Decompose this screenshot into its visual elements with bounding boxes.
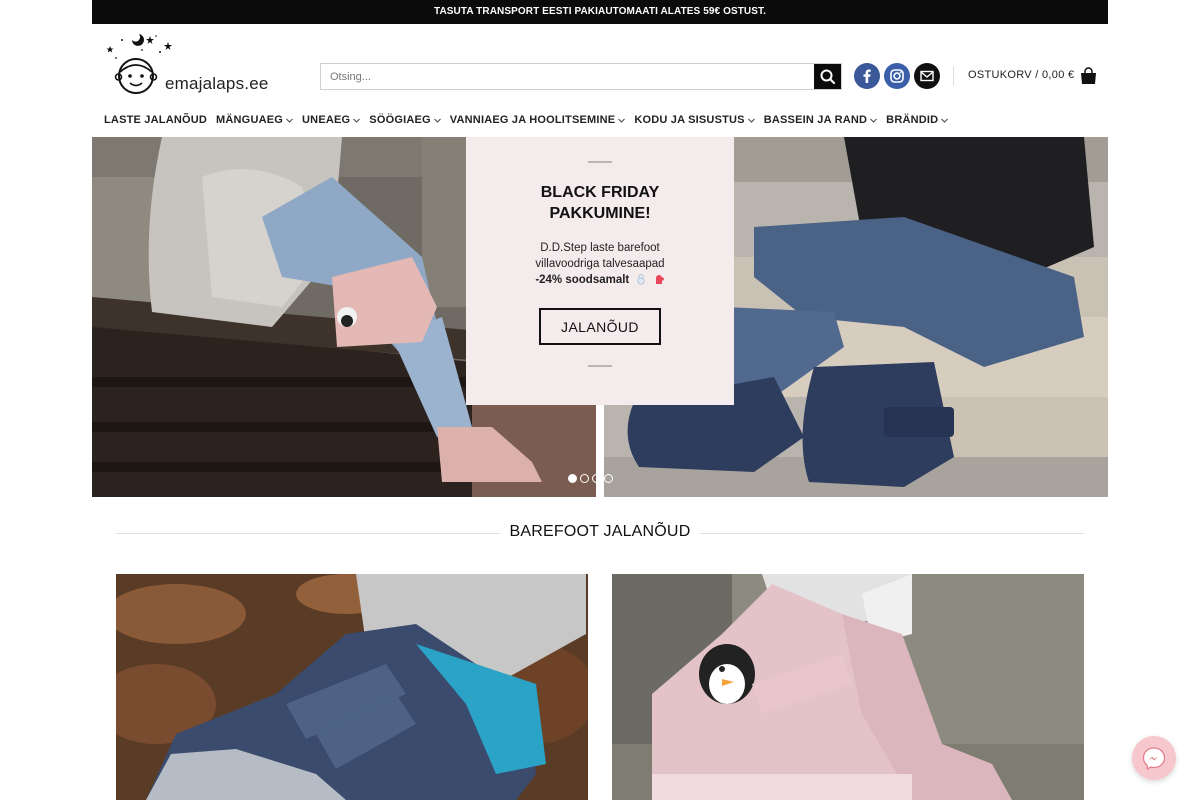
product-photo-navy-boot [116, 574, 588, 800]
nav-item-label: VANNIAEG JA HOOLITSEMINE [449, 114, 616, 126]
slider-dots [568, 474, 616, 483]
category-card-navy-boots[interactable] [116, 574, 588, 800]
mitten-emoji-icon [655, 275, 664, 284]
hero-cta-button[interactable]: JALANÕUD [539, 308, 661, 345]
search-form [320, 63, 842, 90]
shopping-bag-icon[interactable] [1080, 67, 1097, 85]
messenger-chat-button[interactable] [1132, 736, 1176, 780]
search-input[interactable] [321, 64, 815, 89]
nav-item-label: KODU JA SISUSTUS [634, 114, 745, 126]
site-header: emajalaps.ee Otsing... OSTUKORV / 0,00 € [92, 24, 1108, 104]
nav-item-label: MÄNGUAEG [216, 114, 284, 126]
shipping-announcement-bar: TASUTA TRANSPORT EESTI PAKIAUTOMAATI ALA… [92, 0, 1108, 24]
nav-item-label: BASSEIN JA RAND [763, 114, 868, 126]
hero-text-line-1: D.D.Step laste barefoot [540, 242, 660, 254]
messenger-icon [1142, 747, 1166, 771]
page: TASUTA TRANSPORT EESTI PAKIAUTOMAATI ALA… [92, 0, 1108, 800]
slider-dot-1[interactable] [568, 474, 577, 483]
product-photo-pink-boot [612, 574, 1084, 800]
logo-text: emajalaps.ee [165, 74, 269, 93]
instagram-icon [890, 69, 904, 83]
slider-dot-4[interactable] [604, 474, 613, 483]
nav-item-label: LASTE JALANÕUD [104, 114, 208, 126]
heading-rule-right [699, 533, 1084, 534]
promo-bottom-line [588, 365, 612, 367]
chevron-down-icon [870, 118, 878, 123]
section-title: BAREFOOT JALANÕUD [499, 523, 701, 540]
snowman-emoji-icon [637, 273, 645, 285]
slider-dot-3[interactable] [592, 474, 601, 483]
hero-promo-box: BLACK FRIDAY PAKKUMINE! D.D.Step laste b… [466, 137, 734, 405]
nav-item-label: UNEAEG [302, 114, 351, 126]
slider-dot-2[interactable] [580, 474, 589, 483]
chevron-down-icon [618, 118, 626, 123]
hero-text-line-2: villavoodriga talvesaapad [535, 258, 665, 270]
chevron-down-icon [286, 118, 293, 123]
cart-link[interactable]: OSTUKORV / 0,00 € [968, 69, 1074, 81]
nav-item-manguaeg[interactable]: MÄNGUAEG [216, 112, 293, 128]
section-heading: BAREFOOT JALANÕUD [116, 523, 1084, 543]
hero-title: BLACK FRIDAY PAKKUMINE! [466, 182, 734, 224]
facebook-icon [863, 69, 871, 83]
chevron-down-icon [353, 118, 361, 123]
heading-rule-left [116, 533, 501, 534]
search-button[interactable] [814, 64, 841, 89]
nav-item-brandid[interactable]: BRÄNDID [886, 112, 949, 128]
search-icon [820, 69, 836, 85]
nav-item-bassein-ja-rand[interactable]: BASSEIN JA RAND [763, 112, 878, 128]
site-logo[interactable]: emajalaps.ee [102, 32, 277, 98]
nav-item-laste-jalanoud[interactable]: LASTE JALANÕUD [104, 112, 207, 128]
hero-slider: BLACK FRIDAY PAKKUMINE! D.D.Step laste b… [92, 137, 1108, 497]
nav-item-vanniaeg-ja-hoolitsemine[interactable]: VANNIAEG JA HOOLITSEMINE [450, 112, 626, 128]
header-divider [953, 66, 954, 86]
nav-item-soogiaeg[interactable]: SÖÖGIAEG [369, 112, 441, 128]
hero-title-line-2: PAKKUMINE! [549, 205, 651, 222]
hero-title-line-1: BLACK FRIDAY [540, 184, 660, 201]
main-navigation: LASTE JALANÕUD MÄNGUAEG UNEAEG SÖÖGIAEG … [104, 112, 957, 128]
nav-item-label: BRÄNDID [886, 114, 939, 126]
chevron-down-icon [941, 118, 949, 123]
nav-item-label: SÖÖGIAEG [369, 114, 431, 126]
facebook-link[interactable] [854, 63, 880, 89]
hero-discount-text: -24% soodsamalt [535, 274, 630, 286]
instagram-link[interactable] [884, 63, 910, 89]
promo-top-line [588, 161, 612, 163]
email-link[interactable] [914, 63, 940, 89]
hero-text-line-3-wrap: -24% soodsamalt [466, 272, 734, 288]
chevron-down-icon [433, 118, 441, 123]
nav-item-kodu-ja-sisustus[interactable]: KODU JA SISUSTUS [634, 112, 755, 128]
hero-description: D.D.Step laste barefoot villavoodriga ta… [466, 240, 734, 288]
chevron-down-icon [747, 118, 755, 123]
nav-item-uneaeg[interactable]: UNEAEG [302, 112, 361, 128]
shipping-announcement-text: TASUTA TRANSPORT EESTI PAKIAUTOMAATI ALA… [434, 6, 766, 17]
category-card-pink-boots[interactable] [612, 574, 1084, 800]
mail-icon [920, 70, 934, 82]
